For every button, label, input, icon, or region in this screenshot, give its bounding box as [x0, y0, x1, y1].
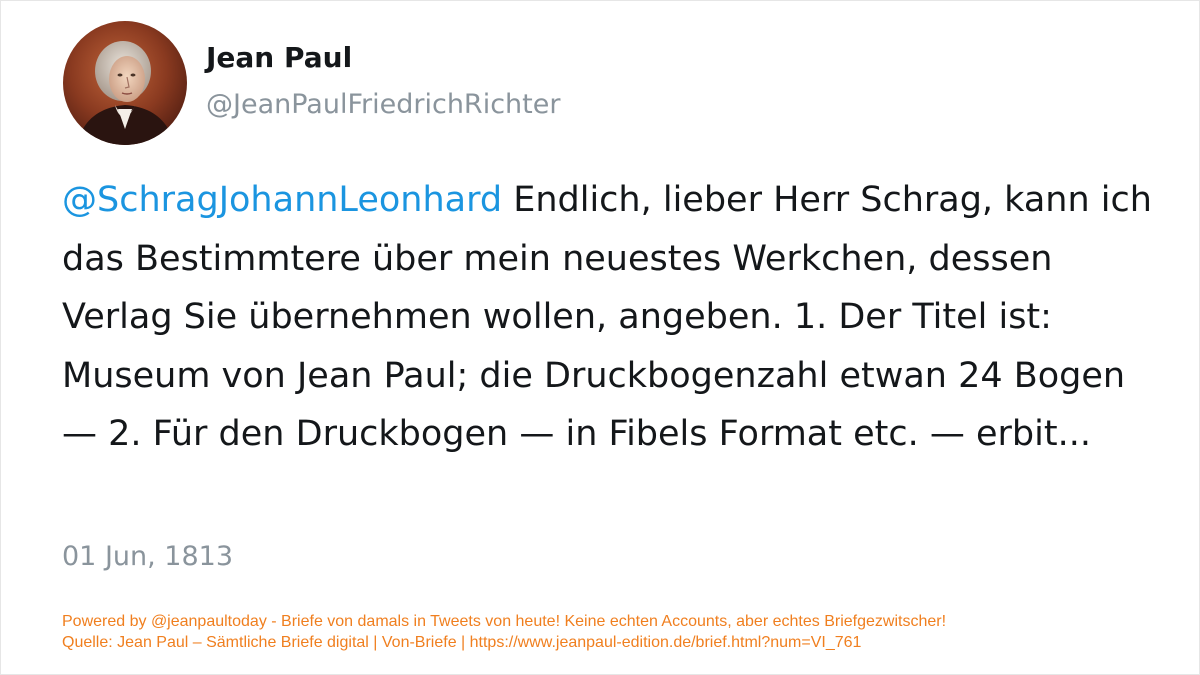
display-name[interactable]: Jean Paul	[206, 41, 352, 74]
tweet-text: @SchragJohannLeonhard Endlich, lieber He…	[62, 171, 1152, 464]
footer-source: Quelle: Jean Paul – Sämtliche Briefe dig…	[62, 634, 862, 651]
tweet-date: 01 Jun, 1813	[62, 541, 234, 572]
tweet-card: Jean Paul @JeanPaulFriedrichRichter @Sch…	[0, 0, 1200, 675]
tweet-body: Endlich, lieber Herr Schrag, kann ich da…	[62, 180, 1152, 454]
footer-powered-by: Powered by @jeanpaultoday - Briefe von d…	[62, 613, 947, 630]
avatar[interactable]	[63, 21, 187, 145]
footer: Powered by @jeanpaultoday - Briefe von d…	[62, 611, 1172, 653]
user-handle[interactable]: @JeanPaulFriedrichRichter	[206, 89, 560, 120]
mention-link[interactable]: @SchragJohannLeonhard	[62, 180, 502, 220]
portrait-image	[63, 21, 187, 145]
